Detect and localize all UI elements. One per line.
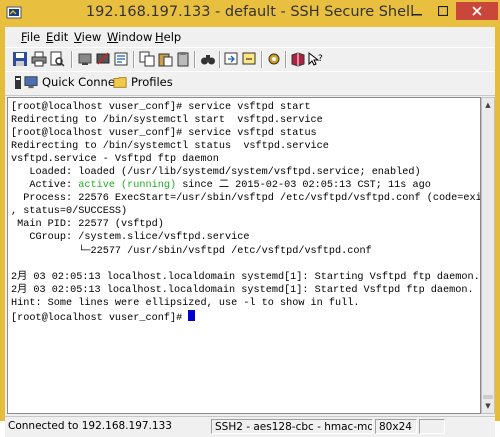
menu-view[interactable]: View [74, 30, 101, 44]
profiles-toolbar: Quick Connect Profiles [5, 71, 495, 96]
connect-icon[interactable] [77, 51, 93, 67]
terminal-line: vsftpd.service - Vsftpd ftp daemon [11, 154, 219, 166]
status-indicator [419, 419, 445, 434]
toolbar-separator [194, 51, 196, 68]
quick-connect-button[interactable]: Quick Connect [24, 75, 126, 89]
find-icon[interactable] [200, 51, 216, 67]
help-book-icon[interactable] [290, 51, 306, 67]
menu-file[interactable]: File [21, 30, 40, 44]
toolbar-separator [133, 51, 135, 68]
terminal-line: 2月 03 02:05:13 localhost.localdomain sys… [11, 271, 481, 283]
new-file-transfer-icon[interactable] [224, 51, 240, 67]
terminal-line: [root@localhost vuser_conf]# service vsf… [11, 128, 317, 140]
vertical-scrollbar[interactable]: ▲ ▼ [481, 97, 495, 414]
terminal-line: [root@localhost vuser_conf]# service vsf… [11, 102, 311, 113]
terminal-line: CGroup: /system.slice/vsftpd.service [11, 232, 250, 244]
print-icon[interactable] [31, 51, 47, 67]
scroll-down-arrow-icon[interactable]: ▼ [482, 399, 494, 413]
terminal-line: Process: 22576 ExecStart=/usr/sbin/vsftp… [11, 193, 481, 205]
maximize-icon [438, 6, 448, 16]
copy-icon[interactable] [139, 51, 155, 67]
scroll-up-arrow-icon[interactable]: ▲ [482, 98, 494, 112]
main-toolbar: ? [5, 47, 495, 72]
close-icon [472, 6, 482, 16]
active-status-text: active (running) [78, 180, 177, 192]
cipher-status: SSH2 - aes128-cbc - hmac-md5 [211, 419, 373, 434]
menu-help[interactable]: Help [155, 30, 181, 44]
svg-text:?: ? [318, 54, 323, 64]
terminal-line: Main PID: 22577 (vsftpd) [11, 219, 164, 231]
toolbar-separator [261, 51, 263, 68]
disconnect-icon[interactable] [95, 51, 111, 67]
minimize-button[interactable] [404, 2, 430, 20]
context-help-icon[interactable]: ? [307, 51, 323, 67]
terminal-text: [root@localhost vuser_conf]# service vsf… [11, 101, 481, 324]
paste-icon[interactable] [157, 51, 173, 67]
title-bar[interactable]: 192.168.197.133 - default - SSH Secure S… [0, 0, 500, 27]
settings-icon[interactable] [113, 51, 129, 67]
terminal-line: [root@localhost vuser_conf]# [11, 309, 480, 324]
computer-icon [24, 76, 38, 89]
save-icon[interactable] [12, 51, 28, 67]
menu-edit[interactable]: Edit [46, 30, 68, 44]
toolbar-separator [285, 51, 287, 68]
terminal-line: Redirecting to /bin/systemctl status vsf… [11, 141, 329, 153]
toolbar-separator [71, 51, 73, 68]
profiles-button[interactable]: Profiles [113, 75, 173, 89]
text-cursor [188, 309, 196, 321]
terminal-line: Hint: Some lines were ellipsized, use -l… [11, 297, 360, 309]
status-bar: Connected to 192.168.197.133 SSH2 - aes1… [5, 416, 495, 437]
minimize-icon [412, 14, 422, 16]
connection-status: Connected to 192.168.197.133 [8, 420, 172, 432]
shell-prompt: [root@localhost vuser_conf]# [11, 312, 189, 324]
print-preview-icon[interactable] [49, 51, 65, 67]
clipboard-icon[interactable] [175, 51, 191, 67]
folder-icon [113, 77, 127, 88]
terminal-line: , status=0/SUCCESS) [11, 206, 128, 218]
file-transfer-icon[interactable] [242, 51, 258, 67]
gear-icon[interactable] [266, 51, 282, 67]
terminal-output[interactable]: [root@localhost vuser_conf]# service vsf… [7, 97, 481, 414]
terminal-size-status: 80x24 [375, 419, 417, 434]
terminal-line: Loaded: loaded (/usr/lib/systemd/system/… [11, 167, 421, 179]
client-area: File Edit View Window Help ? Quick Conne… [5, 27, 495, 437]
close-button[interactable] [456, 2, 498, 20]
terminal-line: Redirecting to /bin/systemctl start vsft… [11, 115, 323, 127]
profiles-label: Profiles [131, 75, 173, 89]
toolbar-separator [219, 51, 221, 68]
terminal-line: Active: active (running) since 二 2015-02… [11, 180, 431, 192]
app-window: 192.168.197.133 - default - SSH Secure S… [0, 0, 500, 437]
terminal-line: 2月 03 02:05:13 localhost.localdomain sys… [11, 284, 474, 296]
maximize-button[interactable] [430, 2, 456, 20]
terminal-line: └─22577 /usr/sbin/vsftpd /etc/vsftpd/vsf… [11, 245, 372, 257]
menu-bar: File Edit View Window Help [5, 27, 495, 47]
menu-window[interactable]: Window [107, 30, 152, 44]
